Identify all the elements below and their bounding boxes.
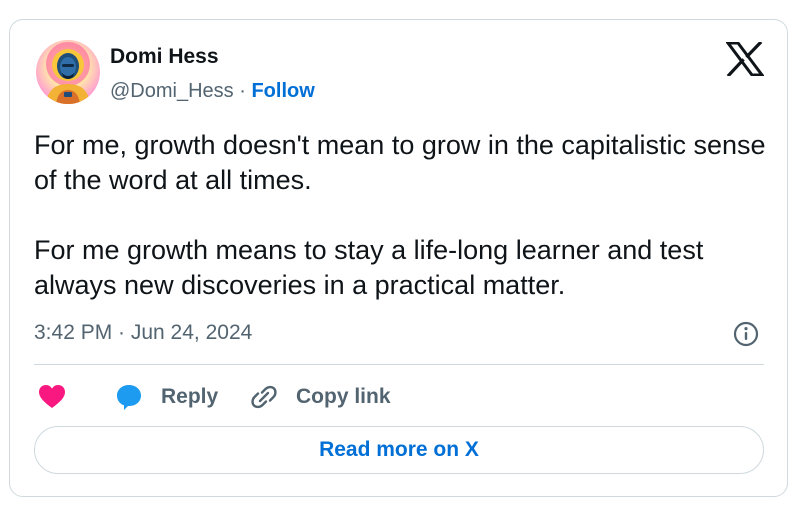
tweet-paragraph: For me growth means to stay a life-long … [34, 235, 704, 300]
divider [34, 364, 764, 365]
follow-link[interactable]: Follow [251, 80, 314, 102]
link-icon [251, 385, 277, 409]
author-handle[interactable]: @Domi_Hess [110, 80, 234, 102]
tweet-paragraph: For me, growth doesn't mean to grow in t… [34, 130, 766, 195]
author-name[interactable]: Domi Hess [110, 43, 219, 71]
avatar-image [36, 40, 100, 104]
read-more-button[interactable]: Read more on X [34, 426, 764, 474]
copy-link-button[interactable]: Copy link [250, 380, 391, 414]
avatar[interactable] [36, 40, 100, 104]
tweet-timestamp[interactable]: 3:42 PM · Jun 24, 2024 [34, 318, 252, 348]
x-logo-icon[interactable] [725, 40, 765, 78]
tweet-text: For me, growth doesn't mean to grow in t… [34, 128, 774, 303]
speech-bubble-icon [117, 385, 141, 410]
separator-dot: · [233, 80, 252, 102]
reply-label: Reply [161, 385, 219, 408]
like-button[interactable] [38, 380, 66, 414]
reply-button[interactable]: Reply [115, 380, 218, 414]
heart-icon [39, 385, 65, 408]
author-handle-row: @Domi_Hess · Follow [110, 77, 315, 105]
info-icon[interactable] [733, 321, 759, 347]
copy-link-label: Copy link [296, 385, 391, 408]
